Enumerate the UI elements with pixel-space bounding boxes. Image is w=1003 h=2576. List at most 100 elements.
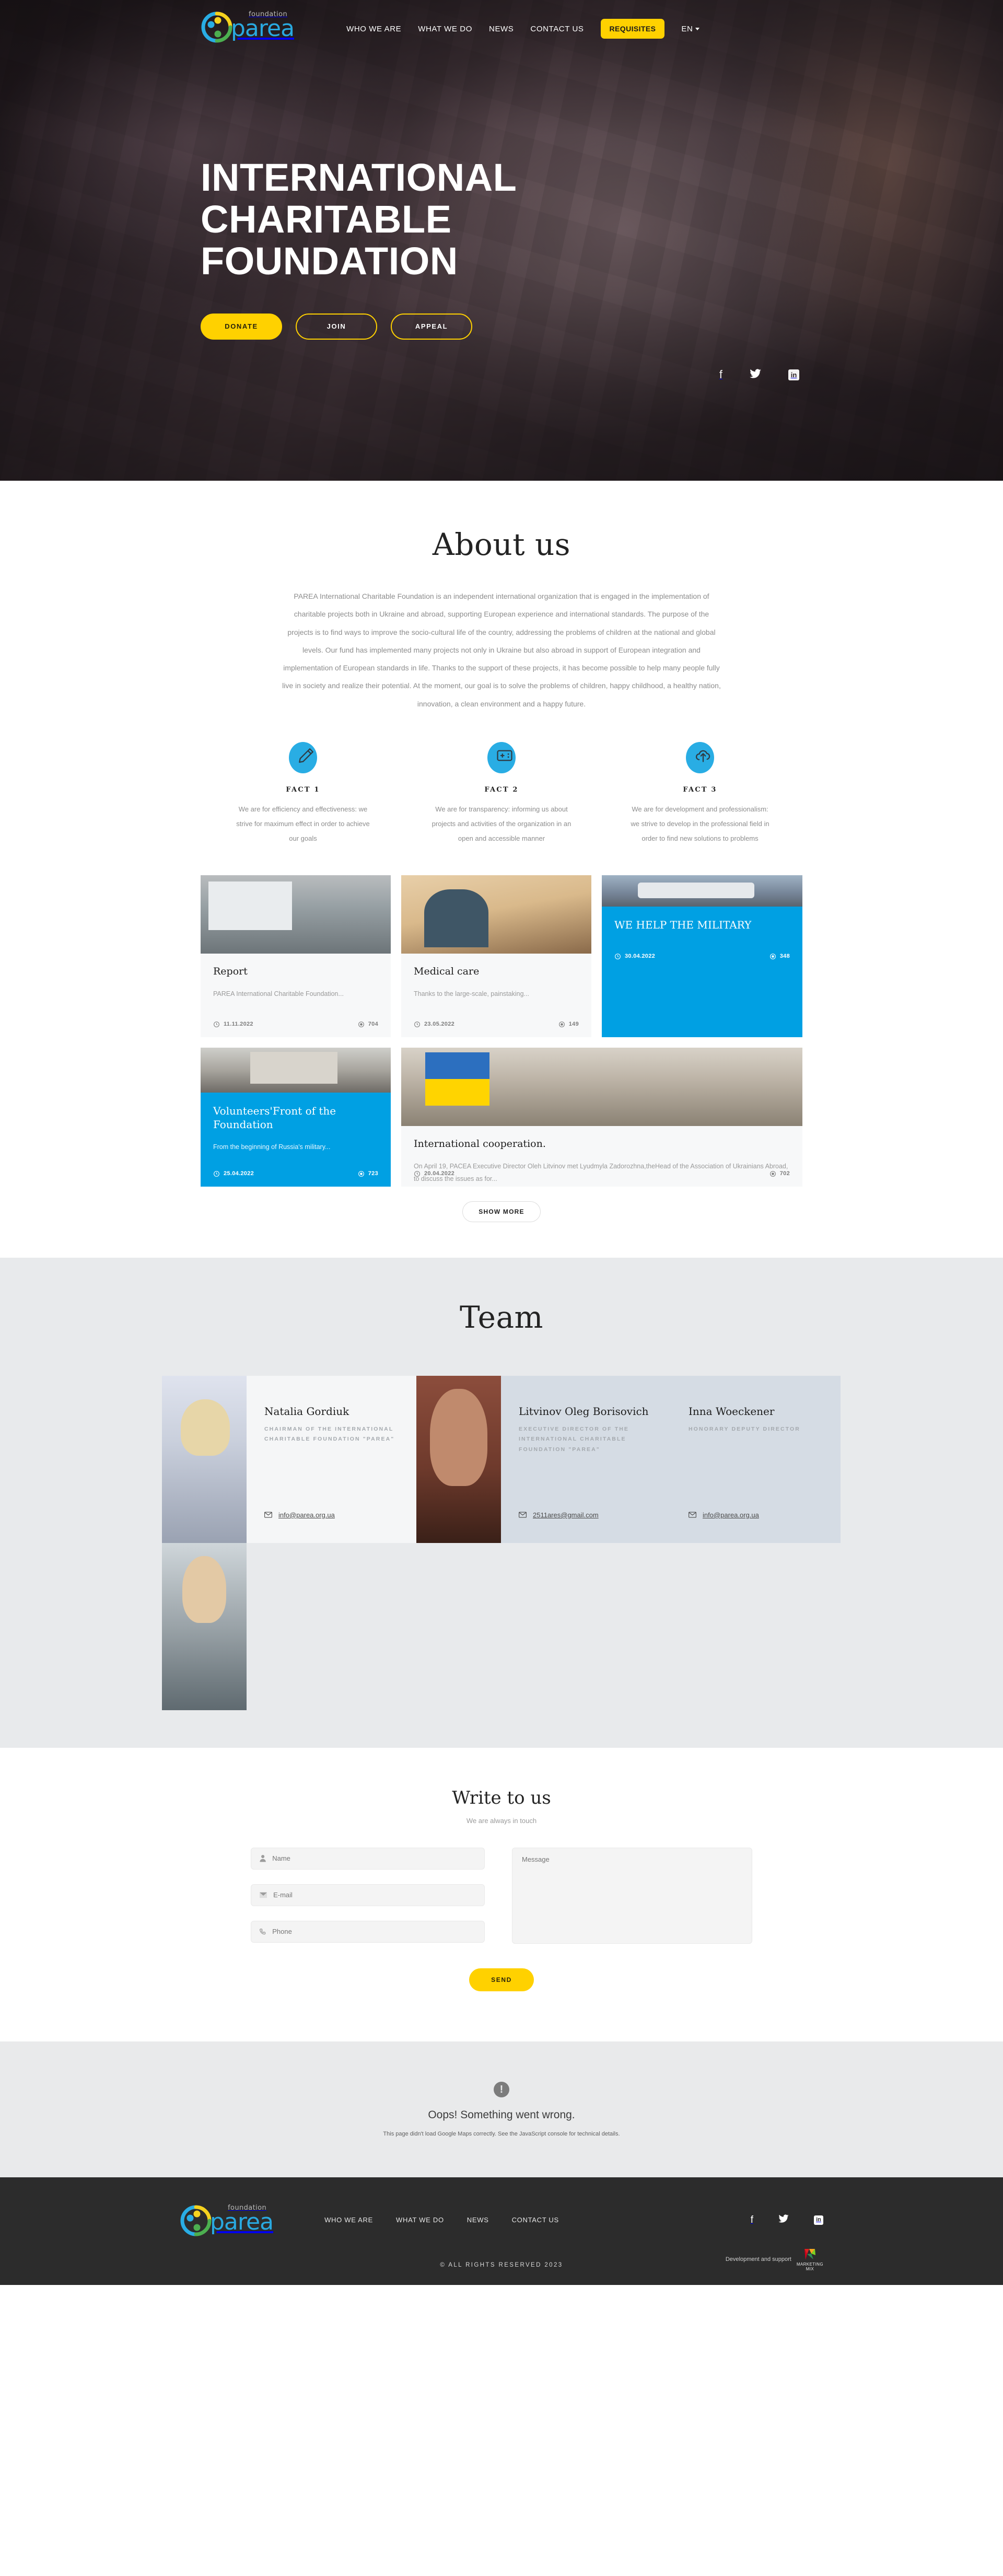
parea-logo-mark <box>201 11 233 43</box>
team-member-email[interactable]: 2511ares@gmail.com <box>519 1511 599 1519</box>
footer-nav-item-news[interactable]: NEWS <box>467 2216 489 2224</box>
news-grid: Report PAREA International Charitable Fo… <box>201 875 802 1258</box>
news-card-title: International cooperation. <box>414 1138 546 1150</box>
nav-item-what-we-do[interactable]: WHAT WE DO <box>418 25 472 33</box>
news-card-image <box>602 875 802 907</box>
footer-nav-item-contact-us[interactable]: CONTACT US <box>512 2216 559 2224</box>
hero-content: INTERNATIONAL CHARITABLE FOUNDATION DONA… <box>201 157 517 340</box>
copyright-text: © ALL RIGHTS RESERVED 2023 <box>440 2261 563 2268</box>
facts-list: FACT 1 We are for efficiency and effecti… <box>0 742 1003 846</box>
team-member-email[interactable]: info@parea.org.ua <box>264 1511 335 1519</box>
team-member-card-natalia-gordiuk: Natalia Gordiuk CHAIRMAN OF THE INTERNAT… <box>247 1375 416 1543</box>
map-error-headline: Oops! Something went wrong. <box>428 2108 575 2121</box>
footer-nav-item-who-we-are[interactable]: WHO WE ARE <box>324 2216 373 2224</box>
name-field[interactable] <box>251 1847 485 1870</box>
pencil-icon <box>289 742 317 774</box>
site-footer: foundation parea WHO WE ARE WHAT WE DO N… <box>0 2177 1003 2285</box>
card-add-icon <box>487 742 516 774</box>
news-card-views-text: 723 <box>368 1170 378 1177</box>
donate-button[interactable]: DONATE <box>201 313 282 340</box>
marketing-mix-name-line2: MIX <box>806 2266 814 2271</box>
phone-field[interactable] <box>251 1920 485 1943</box>
news-card-report[interactable]: Report PAREA International Charitable Fo… <box>201 875 391 1037</box>
news-card-body: WE HELP THE MILITARY 30.04.2022 348 <box>602 907 802 969</box>
email-input[interactable] <box>273 1891 476 1899</box>
eye-icon <box>358 1021 364 1027</box>
news-card-views-text: 704 <box>368 1021 378 1028</box>
news-card-excerpt: Thanks to the large-scale, painstaking..… <box>414 990 529 997</box>
team-title: Team <box>459 1299 544 1335</box>
news-row: Report PAREA International Charitable Fo… <box>201 875 802 1037</box>
news-card-title: Volunteers'Front of the Foundation <box>213 1104 336 1131</box>
parea-logo-mark <box>180 2204 212 2237</box>
envelope-icon <box>260 1892 267 1898</box>
requisites-button[interactable]: REQUISITES <box>600 19 665 39</box>
name-input[interactable] <box>272 1854 476 1863</box>
team-member-email-text: 2511ares@gmail.com <box>533 1511 599 1519</box>
phone-input[interactable] <box>272 1928 476 1936</box>
news-card-we-help-the-military[interactable]: WE HELP THE MILITARY 30.04.2022 348 <box>602 875 802 1037</box>
news-card-meta: 25.04.2022 723 <box>213 1170 378 1177</box>
news-card-views-text: 348 <box>779 953 790 960</box>
facebook-icon[interactable]: f <box>751 2215 753 2225</box>
footer-logo-wordmark: foundation parea <box>210 2201 274 2235</box>
developer-credit[interactable]: Development and support MARKETING MIX <box>726 2247 823 2271</box>
news-card-views: 704 <box>358 1021 378 1028</box>
news-card-medical-care[interactable]: Medical care Thanks to the large-scale, … <box>401 875 591 1037</box>
facebook-glyph: f <box>719 368 722 381</box>
news-card-image <box>401 1047 802 1126</box>
news-card-meta: 30.04.2022 348 <box>614 953 790 960</box>
twitter-icon[interactable] <box>778 2214 789 2225</box>
send-button[interactable]: SEND <box>469 1968 534 1991</box>
footer-logo-name: parea <box>210 2208 274 2235</box>
news-card-international-cooperation[interactable]: International cooperation. On April 19, … <box>401 1047 802 1187</box>
contact-form-left <box>251 1847 485 1946</box>
news-card-volunteers-front[interactable]: Volunteers'Front of the Foundation From … <box>201 1047 391 1187</box>
footer-navigation: WHO WE ARE WHAT WE DO NEWS CONTACT US <box>324 2216 559 2224</box>
footer-nav-item-what-we-do[interactable]: WHAT WE DO <box>396 2216 444 2224</box>
clock-icon <box>414 1170 420 1177</box>
email-field[interactable] <box>251 1884 485 1906</box>
about-section: About us PAREA International Charitable … <box>0 481 1003 1258</box>
linkedin-icon[interactable]: in <box>788 369 799 380</box>
contact-form-right <box>512 1847 752 1946</box>
fact-text: We are for transparency: informing us ab… <box>431 805 572 842</box>
appeal-button[interactable]: APPEAL <box>391 313 472 340</box>
marketing-mix-name-line1: MARKETING <box>796 2261 823 2267</box>
news-card-meta: 20.04.2022 702 <box>414 1170 790 1177</box>
hero-social-links: f in <box>719 369 799 381</box>
team-member-email[interactable]: info@parea.org.ua <box>689 1511 759 1519</box>
linkedin-icon[interactable]: in <box>814 2215 823 2225</box>
show-more-button[interactable]: SHOW MORE <box>462 1201 541 1222</box>
news-row: Volunteers'Front of the Foundation From … <box>201 1047 802 1187</box>
footer-logo[interactable]: foundation parea <box>180 2201 274 2239</box>
fact-title: FACT 1 <box>286 786 320 794</box>
news-card-body: Medical care Thanks to the large-scale, … <box>401 954 591 1037</box>
fact-text: We are for development and professionali… <box>631 805 769 842</box>
news-card-views: 348 <box>769 953 790 960</box>
nav-item-news[interactable]: NEWS <box>489 25 514 33</box>
cloud-upload-icon <box>686 742 714 774</box>
news-card-body: Report PAREA International Charitable Fo… <box>201 954 391 1037</box>
about-title: About us <box>432 527 571 562</box>
contact-form <box>251 1847 752 1946</box>
news-card-views: 149 <box>558 1021 579 1028</box>
fact-card: FACT 1 We are for efficiency and effecti… <box>232 742 374 846</box>
clock-icon <box>214 1021 219 1027</box>
twitter-icon[interactable] <box>750 369 761 381</box>
facebook-icon[interactable]: f <box>719 369 722 381</box>
join-button[interactable]: JOIN <box>296 313 377 340</box>
nav-item-contact-us[interactable]: CONTACT US <box>530 25 584 33</box>
team-member-role: EXECUTIVE DIRECTOR OF THE INTERNATIONAL … <box>519 1425 629 1453</box>
news-card-excerpt: From the beginning of Russia's military.… <box>213 1143 331 1151</box>
language-selector[interactable]: EN <box>681 25 700 33</box>
nav-item-who-we-are[interactable]: WHO WE ARE <box>346 25 401 33</box>
message-textarea[interactable] <box>512 1847 752 1944</box>
logo-wordmark: foundation parea <box>231 8 295 40</box>
hero-title: INTERNATIONAL CHARITABLE FOUNDATION <box>201 157 517 282</box>
news-card-date-text: 25.04.2022 <box>224 1170 254 1177</box>
envelope-icon <box>264 1512 272 1518</box>
site-logo[interactable]: foundation parea <box>201 8 295 50</box>
team-member-photo <box>162 1375 247 1543</box>
fact-title: FACT 3 <box>683 786 717 794</box>
